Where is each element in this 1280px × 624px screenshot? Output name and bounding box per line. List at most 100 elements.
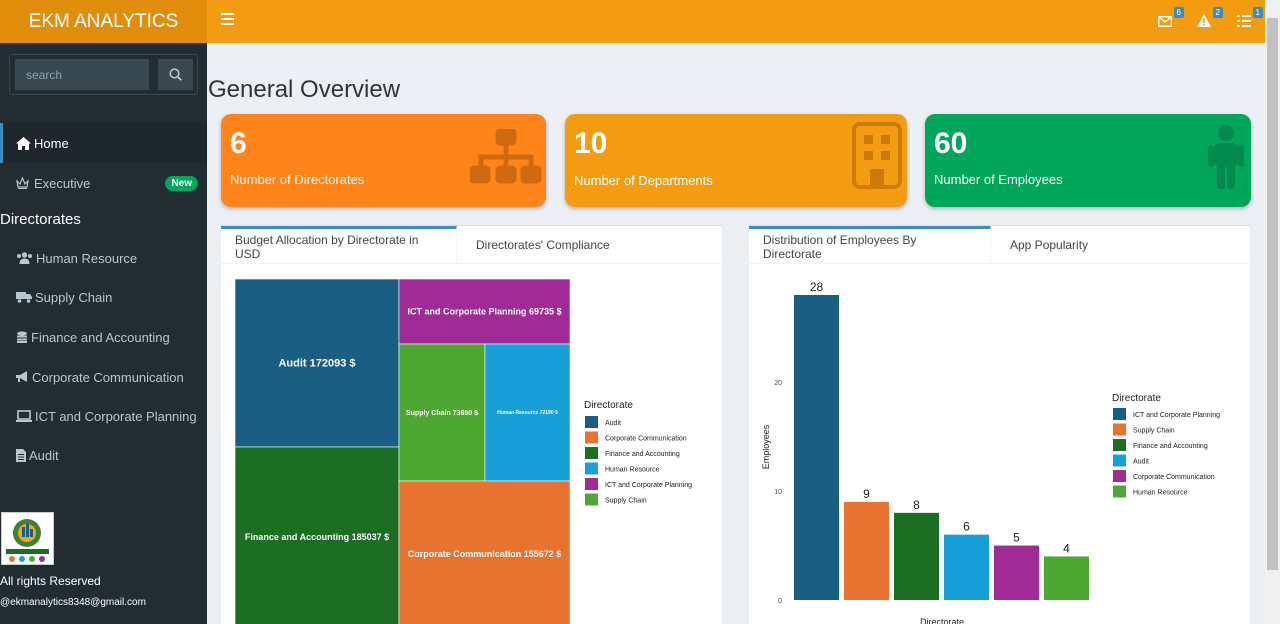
tasks-icon[interactable]: 1 (1237, 7, 1263, 32)
bar-finance-and-accounting (894, 512, 939, 600)
legend-swatch (585, 462, 598, 475)
legend-swatch (1113, 439, 1126, 451)
legend-swatch (1113, 408, 1126, 420)
legend-title: Directorate (1112, 393, 1161, 404)
x-axis-title: Directorate (920, 617, 964, 624)
legend-label: Corporate Communication (1133, 474, 1215, 481)
tab-app-popularity[interactable]: App Popularity (996, 226, 1102, 264)
bar-value-label: 6 (963, 520, 970, 534)
truck-icon (16, 292, 32, 303)
tab-budget-allocation[interactable]: Budget Allocation by Directorate in USD (221, 226, 457, 264)
legend-label: Finance and Accounting (1133, 443, 1208, 450)
treemap-cell-label: Audit 172093 $ (278, 358, 355, 370)
legend-swatch (1113, 423, 1126, 436)
app-logo[interactable]: EKM ANALYTICS (0, 0, 207, 43)
sidebar-item-finance-and-accounting[interactable]: Finance and Accounting (0, 317, 207, 357)
bar-audit (944, 534, 989, 600)
y-tick-label: 20 (774, 380, 782, 387)
envelope-icon[interactable]: 6 (1157, 7, 1184, 32)
file-icon (16, 448, 26, 462)
users-icon (17, 252, 32, 264)
tab-employee-distribution[interactable]: Distribution of Employees By Directorate (749, 226, 991, 264)
directorates-section-title: Directorates (0, 211, 81, 228)
stat-label: Number of Employees (934, 172, 1063, 187)
page-title: General Overview (208, 76, 401, 103)
legend-swatch (585, 493, 598, 506)
footer-email[interactable]: @ekmanalytics8348@gmail.com (0, 597, 146, 608)
bar-corporate-communication (994, 545, 1039, 600)
sidebar-item-label: ICT and Corporate Planning (35, 408, 197, 424)
sidebar-item-corporate-communication[interactable]: Corporate Communication (0, 357, 207, 397)
sidebar-toggle-icon[interactable] (221, 13, 234, 27)
building-icon (852, 122, 902, 189)
legend-label: Audit (1133, 459, 1149, 466)
treemap-cell-label: Corporate Communication 155672 $ (408, 549, 562, 559)
stat-box-directorates: 6 Number of Directorates (221, 114, 546, 207)
sidebar-item-executive[interactable]: Executive New (0, 163, 207, 203)
bar-value-label: 28 (810, 280, 824, 294)
home-icon (16, 136, 31, 150)
search-input[interactable] (15, 59, 149, 90)
budget-panel-tabs: Budget Allocation by Directorate in USD … (221, 226, 722, 264)
bullhorn-icon (16, 371, 27, 382)
treemap-cell-label: ICT and Corporate Planning 69735 $ (407, 307, 561, 317)
treemap-cell-label: Human Resource 72190 $ (497, 410, 558, 416)
legend-label: Audit (605, 420, 621, 427)
legend-label: ICT and Corporate Planning (1133, 412, 1220, 419)
sidebar-item-label: Home (34, 135, 69, 151)
legend-swatch (585, 416, 598, 428)
sidebar-item-supply-chain[interactable]: Supply Chain (0, 277, 207, 317)
bar-ict-and-corporate-planning (794, 295, 839, 600)
bar-value-label: 5 (1013, 531, 1020, 545)
sitemap-icon (470, 129, 542, 184)
stat-value: 6 (230, 127, 247, 160)
budget-treemap-chart: Audit 172093 $ Finance and Accounting 185… (234, 278, 692, 624)
legend-title: Directorate (584, 400, 633, 411)
bar-value-label: 8 (913, 498, 920, 512)
sidebar: Home Executive New Directorates Human Re… (0, 43, 207, 624)
bar-supply-chain (844, 501, 889, 600)
sidebar-search-form (9, 54, 198, 95)
legend-label: Human Resource (1133, 490, 1188, 497)
bar-value-label: 4 (1063, 541, 1070, 555)
legend-swatch (1113, 485, 1126, 498)
employees-panel-tabs: Distribution of Employees By Directorate… (749, 226, 1250, 264)
stat-label: Number of Departments (574, 173, 713, 188)
y-tick-label: 10 (774, 489, 782, 496)
legend-swatch (585, 478, 598, 490)
search-button[interactable] (158, 59, 193, 90)
legend-label: Finance and Accounting (605, 451, 680, 458)
legend-swatch (585, 431, 598, 444)
budget-panel: Budget Allocation by Directorate in USD … (221, 225, 722, 624)
sidebar-item-human-resource[interactable]: Human Resource (0, 238, 207, 278)
stat-label: Number of Directorates (230, 172, 365, 187)
tab-directorates-compliance[interactable]: Directorates' Compliance (462, 226, 624, 264)
legend-label: Supply Chain (1133, 428, 1175, 435)
stat-value: 60 (934, 127, 968, 160)
sidebar-item-audit[interactable]: Audit (0, 435, 207, 475)
employees-bar-chart: 0 10 20 Employees 28 9 8 6 5 4 Directorate Director… (761, 280, 1220, 624)
treemap-cell-label: Supply Chain 73650 $ (406, 410, 478, 417)
top-navbar: 6 2 1 (207, 0, 1265, 43)
sidebar-item-label: Corporate Communication (32, 369, 184, 385)
warning-icon[interactable]: 2 (1197, 7, 1223, 32)
employees-panel: Distribution of Employees By Directorate… (749, 225, 1250, 624)
scrollbar-thumb[interactable] (1267, 18, 1278, 570)
sidebar-item-ict-and-corporate-planning[interactable]: ICT and Corporate Planning (0, 396, 207, 436)
legend-label: Corporate Communication (605, 436, 687, 443)
legend-label: Supply Chain (605, 498, 647, 505)
sidebar-item-label: Finance and Accounting (31, 329, 170, 345)
legend-label: ICT and Corporate Planning (605, 482, 692, 489)
sidebar-item-home[interactable]: Home (0, 123, 207, 163)
search-icon (169, 68, 182, 81)
stat-value: 10 (574, 127, 608, 160)
sidebar-item-label: Supply Chain (35, 289, 113, 305)
stat-box-departments: 10 Number of Departments (565, 114, 907, 207)
page-scrollbar[interactable] (1265, 0, 1280, 624)
app-title: EKM ANALYTICS (28, 10, 179, 32)
footer-rights-text: All rights Reserved (0, 574, 101, 588)
legend-swatch (1113, 470, 1126, 482)
sidebar-item-label: Executive (34, 175, 91, 191)
laptop-icon (16, 410, 32, 422)
crown-icon (16, 177, 29, 189)
